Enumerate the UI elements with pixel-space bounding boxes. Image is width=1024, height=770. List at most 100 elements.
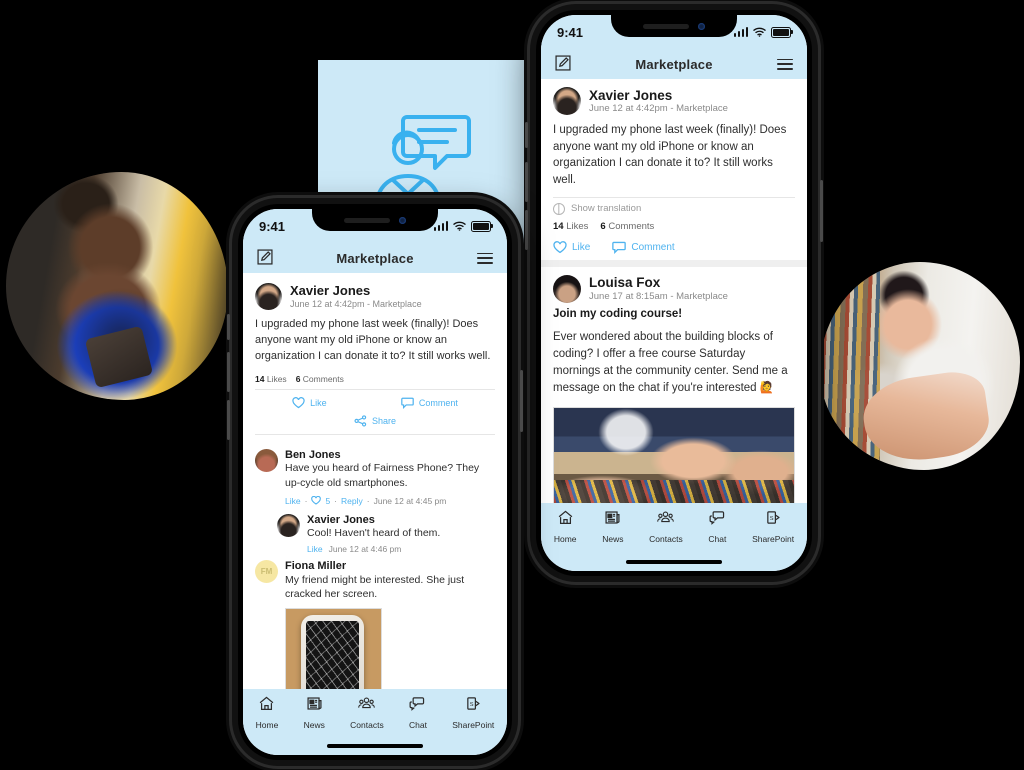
wifi-icon (753, 25, 766, 40)
share-label: Share (371, 415, 397, 426)
tab-label: Chat (708, 534, 727, 544)
tab-bar: Home News Contacts Chat S SharePoint (243, 689, 507, 741)
tab-bar: Home News Contacts Chat S SharePoint (541, 503, 807, 557)
tab-label: Chat (408, 720, 427, 730)
post-meta: June 17 at 8:15am - Marketplace (589, 290, 728, 302)
show-translation-label: Show translation (571, 203, 642, 215)
comment-button[interactable]: Comment (401, 397, 458, 409)
earpiece-speaker (643, 23, 689, 29)
avatar-xavier-jones[interactable] (553, 87, 581, 115)
phone-mute-switch[interactable] (227, 314, 230, 340)
post-body: I upgraded my phone last week (finally)!… (255, 318, 491, 362)
phone-mute-switch[interactable] (525, 122, 528, 148)
hamburger-menu-icon[interactable] (476, 252, 493, 264)
tab-contacts[interactable]: Contacts (649, 509, 683, 544)
comment-like-button[interactable]: Like (307, 544, 323, 554)
divider (553, 196, 795, 198)
avatar-xavier-jones[interactable] (277, 513, 300, 537)
likes-label: Likes (266, 373, 287, 384)
comment-actions: Like · 5 · Reply · June 12 at 4:45 pm (285, 495, 495, 507)
comment-like-count: 5 (325, 496, 331, 507)
home-indicator[interactable] (626, 560, 722, 564)
photo-coding-workshop-hands[interactable] (553, 406, 795, 503)
post-headline: Join my coding course! (553, 307, 683, 320)
contacts-icon (657, 509, 675, 531)
post-header: Louisa Fox June 17 at 8:15am - Marketpla… (553, 274, 795, 303)
phone-volume-up-button[interactable] (525, 162, 528, 202)
tab-contacts[interactable]: Contacts (350, 695, 384, 730)
feed[interactable]: Xavier Jones June 12 at 4:42pm - Marketp… (243, 273, 507, 689)
likes-label: Likes (566, 220, 589, 232)
post-body: I upgraded my phone last week (finally)!… (553, 124, 787, 187)
post-meta: June 12 at 4:42pm - Marketplace (589, 103, 728, 115)
avatar-fiona-miller[interactable]: FM (255, 560, 278, 584)
post-author: Louisa Fox (589, 275, 661, 291)
phone-front: 9:41 Marketplace Xavier Jones June 12 at… (227, 198, 523, 766)
chat-icon (409, 695, 426, 717)
comment-like-button[interactable]: Like (285, 496, 301, 506)
comments-label: Comments (302, 373, 344, 384)
tab-sharepoint[interactable]: S SharePoint (452, 695, 494, 730)
post-author: Xavier Jones (290, 282, 371, 298)
tab-chat[interactable]: Chat (708, 509, 726, 544)
phone-power-button[interactable] (820, 180, 823, 242)
comment-text: Cool! Haven't heard of them. (307, 527, 441, 540)
show-translation-button[interactable]: Show translation (553, 202, 795, 215)
tab-label: SharePoint (752, 534, 795, 544)
front-camera (399, 216, 406, 224)
chat-icon (709, 509, 726, 531)
tab-news[interactable]: News (602, 509, 623, 544)
tab-sharepoint[interactable]: S SharePoint (752, 509, 794, 544)
post-meta: June 12 at 4:42pm - Marketplace (290, 298, 422, 309)
avatar-xavier-jones[interactable] (255, 283, 282, 310)
signal-icon (433, 221, 448, 231)
separator: · (334, 496, 338, 507)
tab-label: News (303, 720, 325, 730)
compose-icon[interactable] (257, 248, 273, 268)
post-author: Xavier Jones (589, 87, 673, 103)
avatar-louisa-fox[interactable] (553, 274, 581, 303)
post-xavier-jones: Xavier Jones June 12 at 4:42pm - Marketp… (541, 79, 807, 260)
home-icon (557, 509, 574, 531)
battery-icon (471, 220, 493, 232)
heart-icon (292, 396, 305, 409)
like-label: Like (310, 397, 327, 408)
earpiece-speaker (344, 217, 390, 223)
phone-volume-up-button[interactable] (227, 352, 230, 392)
tab-label: Contacts (350, 720, 384, 730)
photo-cracked-iphone[interactable] (285, 608, 382, 689)
divider (255, 388, 495, 390)
tab-home[interactable]: Home (554, 509, 577, 544)
separator: · (366, 496, 370, 507)
home-indicator[interactable] (327, 744, 423, 748)
feed-separator (541, 259, 807, 267)
front-camera (698, 22, 705, 30)
like-button[interactable]: Like (553, 240, 590, 254)
comment-reply-button[interactable]: Reply (341, 496, 363, 506)
post-header: Xavier Jones June 12 at 4:42pm - Marketp… (255, 283, 495, 310)
comment-author: Xavier Jones (307, 513, 375, 526)
svg-text:S: S (769, 516, 773, 522)
contacts-icon (358, 695, 376, 717)
post-actions: Like Comment (553, 240, 795, 254)
globe-icon (553, 202, 565, 215)
comment-label: Comment (631, 241, 675, 253)
tab-news[interactable]: News (304, 695, 325, 730)
compose-icon[interactable] (555, 54, 571, 74)
phone-volume-down-button[interactable] (525, 210, 528, 250)
share-button[interactable]: Share (354, 415, 396, 427)
tab-home[interactable]: Home (256, 695, 278, 730)
comments-count: 6 (295, 373, 301, 384)
comment-timestamp: June 12 at 4:46 pm (328, 544, 402, 555)
comment-button[interactable]: Comment (612, 241, 675, 254)
tab-chat[interactable]: Chat (409, 695, 427, 730)
sharepoint-icon: S (465, 695, 482, 717)
avatar-ben-jones[interactable] (255, 448, 278, 472)
status-time: 9:41 (259, 218, 286, 234)
phone-volume-down-button[interactable] (227, 400, 230, 440)
comment-timestamp: June 12 at 4:45 pm (373, 496, 447, 507)
phone-power-button[interactable] (520, 370, 523, 432)
like-button[interactable]: Like (292, 396, 327, 409)
feed[interactable]: Xavier Jones June 12 at 4:42pm - Marketp… (541, 79, 807, 503)
hamburger-menu-icon[interactable] (776, 58, 793, 70)
